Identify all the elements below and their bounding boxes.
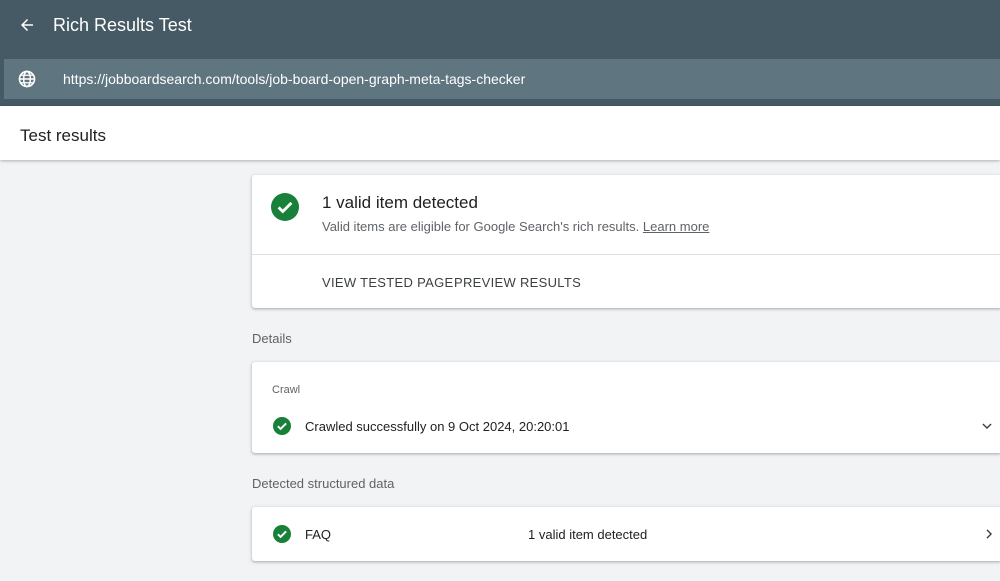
summary-description: Valid items are eligible for Google Sear… <box>322 219 709 234</box>
structured-item-status: 1 valid item detected <box>528 527 648 542</box>
structured-data-item-faq[interactable]: FAQ 1 valid item detected <box>252 507 1000 561</box>
app-title: Rich Results Test <box>53 15 192 35</box>
view-tested-page-button[interactable]: VIEW TESTED PAGE <box>322 275 453 290</box>
tested-url: https://jobboardsearch.com/tools/job-boa… <box>63 71 526 87</box>
structured-item-name: FAQ <box>305 527 332 542</box>
crawl-label: Crawl <box>272 384 301 396</box>
details-section-label: Details <box>252 331 292 346</box>
back-button[interactable] <box>14 12 40 38</box>
summary-card: 1 valid item detected Valid items are el… <box>252 175 1000 308</box>
results-header: Test results <box>0 106 1000 160</box>
globe-icon <box>18 70 36 88</box>
structured-data-section-label: Detected structured data <box>252 476 395 491</box>
crawl-status: Crawled successfully on 9 Oct 2024, 20:2… <box>305 419 570 434</box>
check-circle-icon <box>273 525 291 543</box>
summary-title: 1 valid item detected <box>322 193 478 212</box>
summary-description-text: Valid items are eligible for Google Sear… <box>322 219 640 234</box>
app-bar: Rich Results Test https://jobboardsearch… <box>0 0 1000 106</box>
url-bar[interactable]: https://jobboardsearch.com/tools/job-boa… <box>4 59 1000 99</box>
chevron-down-icon[interactable] <box>980 419 994 433</box>
divider <box>252 254 1000 255</box>
crawl-card[interactable]: Crawl Crawled successfully on 9 Oct 2024… <box>252 362 1000 453</box>
arrow-left-icon <box>21 19 33 31</box>
chevron-right-icon[interactable] <box>982 527 996 541</box>
check-circle-icon <box>271 193 299 221</box>
check-circle-icon <box>273 417 291 435</box>
learn-more-link[interactable]: Learn more <box>643 219 709 234</box>
page-title: Test results <box>20 126 106 145</box>
preview-results-button[interactable]: PREVIEW RESULTS <box>454 275 581 290</box>
